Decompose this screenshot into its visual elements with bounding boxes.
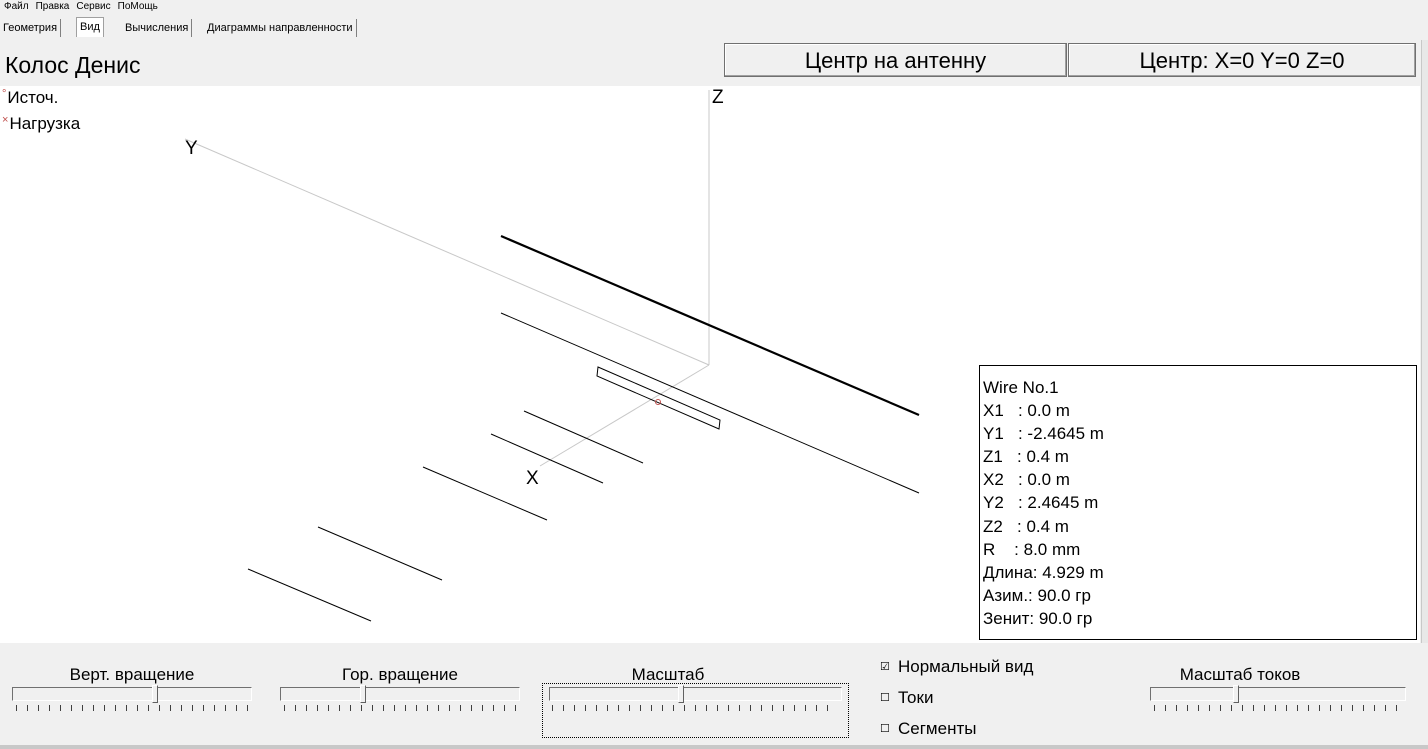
wire-info-x1: X1 : 0.0 m [983, 401, 1070, 421]
source-legend-icon: ° [2, 88, 7, 100]
wire-director-5 [247, 568, 372, 622]
z-axis-label: Z [712, 87, 724, 108]
currents-checkbox[interactable]: ☐ Токи [880, 688, 933, 708]
wire-info-length: Длина: 4.929 m [983, 562, 1104, 582]
wire-info-y1: Y1 : -2.4645 m [983, 424, 1104, 444]
checkbox-checked-icon: ☑ [880, 661, 890, 673]
vert-rotation-label: Верт. вращение [69, 665, 195, 684]
current-scale-ticks [1154, 705, 1402, 711]
y-axis-label: Y [185, 138, 198, 159]
wire-info-zenith: Зенит: 90.0 гр [983, 608, 1093, 628]
checkbox-unchecked-icon: ☐ [880, 723, 890, 735]
scale-label: Масштаб [631, 665, 705, 684]
wire-driven-element [596, 366, 721, 430]
x-axis-label: X [526, 468, 539, 489]
scale-track[interactable] [549, 687, 842, 701]
vert-rotation-ticks [16, 705, 248, 711]
load-legend-icon: × [2, 114, 9, 126]
hor-rotation-label: Гор. вращение [342, 665, 458, 684]
hor-rotation-slider-thumb[interactable] [360, 685, 366, 703]
tab-patterns[interactable]: Диаграммы направленности [204, 19, 357, 37]
wire-director-4 [317, 526, 443, 581]
menu-service[interactable]: Сервис [72, 0, 113, 14]
current-scale-label: Масштаб токов [1179, 665, 1301, 684]
segments-checkbox[interactable]: ☐ Сегменты [880, 719, 976, 739]
menu-edit[interactable]: Правка [32, 0, 73, 14]
menu-help[interactable]: ПоМощь [114, 0, 161, 14]
wire-director-1 [523, 410, 644, 464]
wire-info-title: Wire No.1 [983, 378, 1059, 397]
normal-view-checkbox[interactable]: ☑ Нормальный вид [880, 657, 1033, 677]
vertical-scrollbar[interactable] [1421, 40, 1428, 643]
tab-bar: Геометрия Вид Вычисления Диаграммы напра… [0, 17, 1428, 39]
current-scale-slider-thumb[interactable] [1233, 685, 1239, 703]
y-axis [184, 138, 710, 366]
wire-top-thick [500, 234, 920, 417]
center-origin-button[interactable]: Центр: X=0 Y=0 Z=0 [1068, 43, 1416, 77]
wire-info-y2: Y2 : 2.4645 m [983, 493, 1099, 513]
hor-rotation-track[interactable] [280, 687, 520, 701]
checkbox-unchecked-icon: ☐ [880, 692, 890, 704]
center-on-antenna-button[interactable]: Центр на антенну [724, 43, 1067, 77]
wire-info-z2: Z2 : 0.4 m [983, 516, 1069, 536]
tab-view[interactable]: Вид [76, 17, 104, 37]
tab-geometry[interactable]: Геометрия [0, 19, 62, 37]
wire-info-z1: Z1 : 0.4 m [983, 447, 1069, 467]
wire-info-azimuth: Азим.: 90.0 гр [983, 585, 1091, 605]
scale-ticks [552, 705, 838, 711]
legend-source: °Источ. [2, 88, 59, 107]
project-title: Колос Денис [5, 52, 141, 78]
current-scale-track[interactable] [1150, 687, 1406, 701]
tab-calculations[interactable]: Вычисления [122, 19, 193, 37]
vert-rotation-slider-thumb[interactable] [152, 685, 158, 703]
bottom-border [0, 745, 1428, 749]
menu-bar: Файл Правка Сервис ПоМощь [0, 0, 1428, 14]
vert-rotation-track[interactable] [12, 687, 252, 701]
menu-file[interactable]: Файл [0, 0, 32, 14]
wire-info-radius: R : 8.0 mm [983, 539, 1081, 559]
wire-info-x2: X2 : 0.0 m [983, 470, 1070, 490]
wire-director-2 [490, 433, 604, 484]
legend-load: ×Нагрузка [2, 114, 81, 133]
view-controls-panel: Верт. вращение Гор. вращение Масштаб ☑ Но… [0, 643, 1428, 749]
wire-info-panel: Wire No.1 X1 : 0.0 m Y1 : -2.4645 m Z1 :… [979, 365, 1417, 640]
hor-rotation-ticks [284, 705, 516, 711]
scale-slider-thumb[interactable] [678, 685, 684, 703]
x-axis [539, 364, 710, 467]
